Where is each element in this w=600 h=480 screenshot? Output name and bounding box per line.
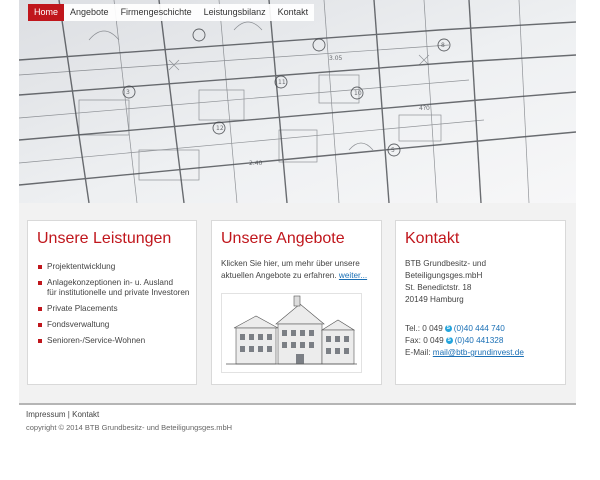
fax-link[interactable]: (0)40 441328: [455, 336, 504, 345]
kontakt-title: Kontakt: [405, 230, 460, 247]
blueprint-drawing: 12 10 11 3 8 5 4?0 2.40 3.05: [19, 0, 576, 203]
kontakt-box: Kontakt BTB Grundbesitz- und Beteiligung…: [395, 220, 566, 385]
footer-divider: [19, 403, 576, 405]
list-item: Private Placements: [38, 304, 189, 314]
svg-text:11: 11: [278, 79, 286, 86]
angebote-text-line: aktuellen Angebote zu erfahren.: [221, 271, 337, 280]
nav-firmengeschichte[interactable]: Firmengeschichte: [114, 4, 198, 21]
leistungen-box: Unsere Leistungen Projektentwicklung Anl…: [27, 220, 197, 385]
page: 12 10 11 3 8 5 4?0 2.40 3.05 Home Angebote Fir…: [19, 0, 576, 480]
leistungen-title: Unsere Leistungen: [37, 230, 172, 247]
weiter-link[interactable]: weiter...: [339, 271, 367, 280]
copyright-text: copyright © 2014 BTB Grundbesitz- und Be…: [26, 423, 233, 432]
street-address: St. Benedictstr. 18: [405, 283, 472, 292]
svg-text:12: 12: [216, 125, 224, 132]
email-link[interactable]: mail@btb-grundinvest.de: [433, 348, 524, 357]
list-item: Senioren-/Service-Wohnen: [38, 336, 189, 346]
fax-label: Fax: 0 049: [405, 336, 444, 345]
svg-text:3.05: 3.05: [329, 55, 343, 62]
footer-kontakt-link[interactable]: Kontakt: [72, 410, 99, 419]
nav-angebote[interactable]: Angebote: [64, 4, 115, 21]
list-item-label: Senioren-/Service-Wohnen: [47, 336, 146, 345]
angebote-box: Unsere Angebote Klicken Sie hier, um meh…: [211, 220, 382, 385]
skype-icon: S: [445, 337, 453, 345]
angebote-text-line: Klicken Sie hier, um mehr über unsere: [221, 259, 360, 268]
svg-text:8: 8: [441, 42, 445, 49]
email-label: E-Mail:: [405, 348, 431, 357]
nav-leistungsbilanz[interactable]: Leistungsbilanz: [197, 4, 272, 21]
main-navigation: Home Angebote Firmengeschichte Leistungs…: [28, 4, 315, 21]
footer-links: Impressum | Kontakt: [26, 410, 99, 419]
svg-text:4?0: 4?0: [419, 105, 430, 112]
building-image[interactable]: [221, 293, 362, 373]
list-item-label: Private Placements: [47, 304, 118, 313]
city-address: 20149 Hamburg: [405, 295, 464, 304]
skype-icon: S: [444, 325, 452, 333]
svg-text:2.40: 2.40: [249, 160, 263, 167]
company-name: Beteiligungsges.mbH: [405, 271, 483, 280]
kontakt-address: BTB Grundbesitz- und Beteiligungsges.mbH…: [405, 258, 486, 306]
hero-blueprint-image: 12 10 11 3 8 5 4?0 2.40 3.05: [19, 0, 576, 203]
company-name: BTB Grundbesitz- und: [405, 259, 487, 268]
tel-label: Tel.: 0 049: [405, 324, 443, 333]
list-item-label: Projektentwicklung: [47, 262, 116, 271]
svg-text:5: 5: [391, 147, 395, 154]
list-item: Anlagekonzeptionen in- u. Ausland für ins…: [38, 278, 189, 298]
leistungen-list: Projektentwicklung Anlagekonzeptionen in…: [38, 262, 189, 352]
list-item-label: Anlagekonzeptionen in- u. Ausland: [47, 278, 174, 287]
building-drawing: [222, 294, 361, 372]
svg-text:3: 3: [126, 89, 130, 96]
angebote-title: Unsere Angebote: [221, 230, 345, 247]
list-item: Fondsverwaltung: [38, 320, 189, 330]
angebote-text: Klicken Sie hier, um mehr über unsere ak…: [221, 258, 367, 282]
svg-text:10: 10: [354, 90, 362, 97]
list-item-label: Fondsverwaltung: [47, 320, 110, 329]
kontakt-numbers: Tel.: 0 049 S (0)40 444 740 Fax: 0 049 S (0)…: [405, 323, 524, 359]
impressum-link[interactable]: Impressum: [26, 410, 66, 419]
list-item: Projektentwicklung: [38, 262, 189, 272]
tel-link[interactable]: (0)40 444 740: [454, 324, 505, 333]
nav-home[interactable]: Home: [28, 4, 65, 21]
list-item-label: für institutionelle und private Investor…: [47, 288, 190, 297]
nav-kontakt[interactable]: Kontakt: [271, 4, 315, 21]
footer-separator: |: [67, 410, 70, 419]
